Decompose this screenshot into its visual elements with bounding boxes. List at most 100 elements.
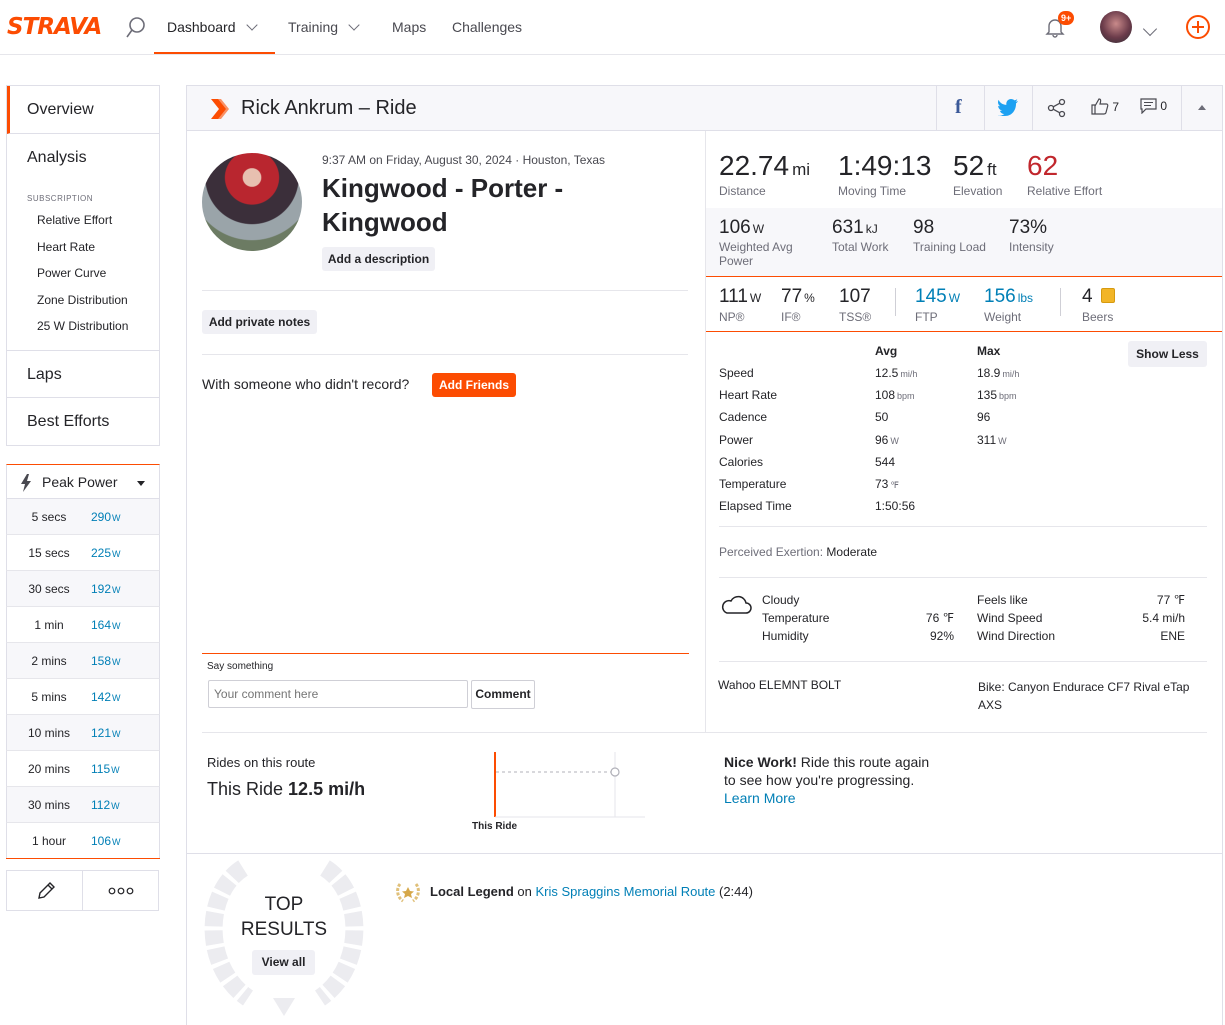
primary-stat-value: 52 ft bbox=[953, 150, 997, 181]
sidebar-item-analysis[interactable]: Analysis bbox=[7, 134, 159, 182]
sidebar-item-power-curve[interactable]: Power Curve bbox=[7, 260, 159, 287]
sidebar-item-laps[interactable]: Laps bbox=[7, 349, 159, 398]
peak-power-row[interactable]: 2 mins 158W bbox=[6, 643, 160, 679]
collapse-button[interactable] bbox=[1181, 86, 1222, 130]
perceived-exertion-value: Moderate bbox=[826, 545, 878, 559]
sidebar-item-zone-distribution[interactable]: Zone Distribution bbox=[7, 287, 159, 314]
edit-button[interactable] bbox=[6, 870, 83, 911]
peak-power-duration: 1 min bbox=[34, 618, 64, 632]
comment-submit-button[interactable]: Comment bbox=[471, 680, 535, 709]
chevron-down-icon[interactable] bbox=[1142, 21, 1158, 37]
weather-left: Cloudy Temperature Humidity bbox=[762, 591, 829, 645]
sidebar-item-heart-rate[interactable]: Heart Rate bbox=[7, 234, 159, 261]
facebook-icon: f bbox=[955, 96, 962, 118]
peak-power-row[interactable]: 5 mins 142W bbox=[6, 679, 160, 715]
comment-input[interactable] bbox=[208, 680, 468, 708]
tertiary-stat-label: NP® bbox=[719, 310, 745, 324]
secondary-stat-label: Weighted Avg Power bbox=[719, 240, 793, 268]
add-friends-button[interactable]: Add Friends bbox=[432, 373, 516, 397]
sidebar: Overview Analysis SUBSCRIPTION Relative … bbox=[6, 85, 160, 446]
nav-maps[interactable]: Maps bbox=[392, 0, 426, 54]
say-something-label: Say something bbox=[207, 661, 274, 672]
sidebar-item-25w-distribution[interactable]: 25 W Distribution bbox=[7, 313, 159, 340]
segment-link[interactable]: Kris Spraggins Memorial Route bbox=[535, 884, 715, 899]
peak-power-duration: 30 secs bbox=[28, 582, 70, 596]
strava-logo[interactable]: STRAVA bbox=[7, 14, 102, 40]
peak-power-duration: 5 mins bbox=[31, 690, 67, 704]
stat-row-max bbox=[977, 499, 979, 513]
peak-power-duration: 2 mins bbox=[31, 654, 67, 668]
more-actions-button[interactable] bbox=[82, 870, 159, 911]
nav-training[interactable]: Training bbox=[288, 0, 360, 54]
search-icon[interactable] bbox=[124, 15, 148, 39]
peak-power-value: 142W bbox=[91, 690, 121, 704]
athlete-avatar[interactable] bbox=[202, 153, 302, 251]
primary-stat-label: Relative Effort bbox=[1027, 184, 1103, 198]
comments-button[interactable]: 0 bbox=[1140, 98, 1167, 115]
peak-power-row[interactable]: 1 hour 106W bbox=[6, 823, 160, 859]
peak-power-value: 164W bbox=[91, 618, 121, 632]
twitter-share-button[interactable] bbox=[984, 86, 1032, 130]
peak-power-row[interactable]: 20 mins 115W bbox=[6, 751, 160, 787]
peak-power-value: 158W bbox=[91, 654, 121, 668]
peak-power-row[interactable]: 30 mins 112W bbox=[6, 787, 160, 823]
add-private-notes-button[interactable]: Add private notes bbox=[202, 310, 317, 334]
stat-row-max bbox=[977, 477, 979, 491]
peak-power-row[interactable]: 15 secs 225W bbox=[6, 535, 160, 571]
peak-power-dropdown[interactable]: Peak Power bbox=[6, 464, 160, 499]
nav-training-label: Training bbox=[288, 19, 339, 35]
weather-temp-value: 76 ℉ bbox=[925, 611, 954, 625]
comment-icon bbox=[1140, 98, 1157, 115]
user-avatar[interactable] bbox=[1100, 11, 1132, 43]
peak-power-row[interactable]: 1 min 164W bbox=[6, 607, 160, 643]
learn-more-link[interactable]: Learn More bbox=[724, 789, 929, 807]
local-legend-icon bbox=[396, 883, 420, 903]
peak-power-duration: 10 mins bbox=[27, 726, 71, 740]
stat-row-max: 135 bpm bbox=[977, 388, 1017, 403]
stat-row-label: Heart Rate bbox=[719, 388, 778, 403]
peak-power-value: 106W bbox=[91, 834, 121, 848]
peak-power-value: 290W bbox=[91, 510, 121, 524]
stat-row-avg: 108 bpm bbox=[875, 388, 915, 403]
weather-left-values: 76 ℉ 92% bbox=[880, 609, 954, 645]
add-description-button[interactable]: Add a description bbox=[322, 247, 435, 271]
local-legend-row: Local Legend on Kris Spraggins Memorial … bbox=[430, 884, 753, 899]
peak-power-row[interactable]: 30 secs 192W bbox=[6, 571, 160, 607]
peak-power-value: 192W bbox=[91, 582, 121, 596]
wind-direction-value: ENE bbox=[1160, 629, 1185, 643]
thumbs-up-icon bbox=[1091, 98, 1109, 115]
chart-this-ride-label: This Ride bbox=[472, 821, 518, 832]
primary-stat-label: Moving Time bbox=[838, 184, 907, 198]
kudos-button[interactable]: 7 bbox=[1091, 98, 1119, 115]
peak-power-duration: 15 secs bbox=[28, 546, 70, 560]
tertiary-stat-value: 77% bbox=[781, 286, 815, 307]
tertiary-stat-label: Beers bbox=[1082, 310, 1114, 324]
device-name: Wahoo ELEMNT BOLT bbox=[718, 678, 842, 692]
top-nav: STRAVA Dashboard Training Maps Challenge… bbox=[0, 0, 1225, 55]
this-ride-label: This Ride bbox=[207, 779, 284, 799]
weather-right: Feels like Wind Speed Wind Direction bbox=[977, 591, 1055, 645]
weather-right-values: 77 ℉ 5.4 mi/h ENE bbox=[1100, 591, 1185, 645]
show-less-button[interactable]: Show Less bbox=[1128, 341, 1207, 367]
peak-power-row[interactable]: 5 secs 290W bbox=[6, 499, 160, 535]
sidebar-item-overview[interactable]: Overview bbox=[7, 86, 159, 134]
activity-name-line1: Kingwood - Porter - bbox=[322, 173, 564, 203]
subscription-heading: SUBSCRIPTION bbox=[27, 194, 94, 203]
stat-row-label: Speed bbox=[719, 366, 754, 380]
sidebar-item-relative-effort[interactable]: Relative Effort bbox=[7, 207, 159, 234]
perceived-exertion: Perceived Exertion: Moderate bbox=[719, 545, 877, 559]
bike-name[interactable]: Bike: Canyon Endurace CF7 Rival eTap AXS bbox=[978, 678, 1203, 714]
activity-name[interactable]: Kingwood - Porter - Kingwood bbox=[322, 171, 563, 239]
this-ride-summary: This Ride 12.5 mi/h bbox=[207, 779, 365, 800]
peak-power-value: 115W bbox=[91, 762, 120, 776]
nav-dashboard[interactable]: Dashboard bbox=[154, 0, 275, 54]
share-button[interactable] bbox=[1032, 86, 1080, 130]
upload-plus-button[interactable] bbox=[1186, 15, 1210, 39]
nav-challenges[interactable]: Challenges bbox=[452, 0, 522, 54]
facebook-share-button[interactable]: f bbox=[936, 86, 984, 130]
sidebar-item-best-efforts[interactable]: Best Efforts bbox=[7, 398, 159, 446]
secondary-stat-value: 98 bbox=[913, 217, 935, 238]
local-legend-count: (2:44) bbox=[715, 884, 753, 899]
peak-power-row[interactable]: 10 mins 121W bbox=[6, 715, 160, 751]
view-all-button[interactable]: View all bbox=[252, 950, 315, 975]
